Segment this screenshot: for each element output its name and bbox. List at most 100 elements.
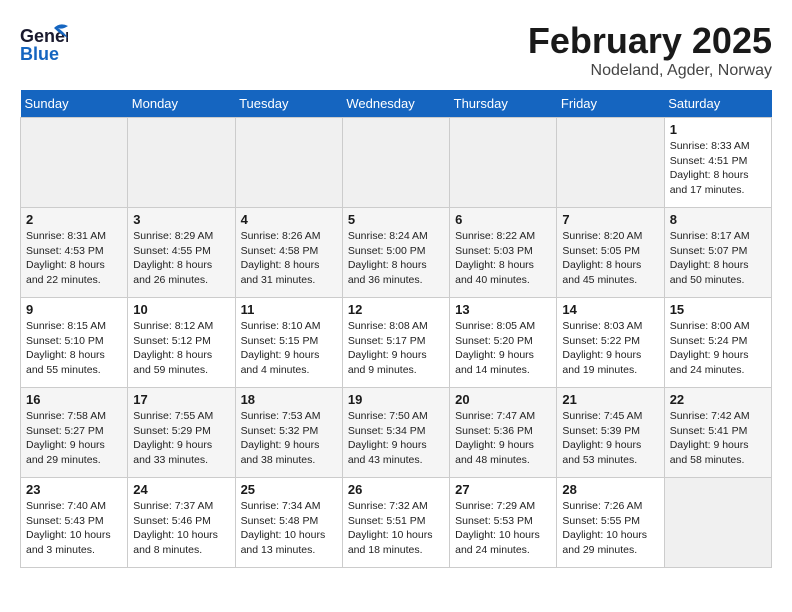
weekday-header-thursday: Thursday <box>450 90 557 118</box>
day-info: Sunrise: 7:45 AM Sunset: 5:39 PM Dayligh… <box>562 409 658 468</box>
day-info: Sunrise: 7:55 AM Sunset: 5:29 PM Dayligh… <box>133 409 229 468</box>
calendar-cell: 19 Sunrise: 7:50 AM Sunset: 5:34 PM Dayli… <box>342 388 449 478</box>
day-info: Sunrise: 8:00 AM Sunset: 5:24 PM Dayligh… <box>670 319 766 378</box>
day-number: 23 <box>26 482 122 497</box>
calendar-cell: 4Sunrise: 8:26 AM Sunset: 4:58 PM Daylig… <box>235 208 342 298</box>
calendar-cell <box>450 118 557 208</box>
day-number: 11 <box>241 302 337 317</box>
day-info: Sunrise: 7:50 AM Sunset: 5:34 PM Dayligh… <box>348 409 444 468</box>
day-info: Sunrise: 7:58 AM Sunset: 5:27 PM Dayligh… <box>26 409 122 468</box>
calendar-week-row: 9 Sunrise: 8:15 AM Sunset: 5:10 PM Daylig… <box>21 298 772 388</box>
calendar-cell: 14 Sunrise: 8:03 AM Sunset: 5:22 PM Dayli… <box>557 298 664 388</box>
calendar-cell <box>235 118 342 208</box>
day-number: 7 <box>562 212 658 227</box>
calendar-cell: 10 Sunrise: 8:12 AM Sunset: 5:12 PM Dayli… <box>128 298 235 388</box>
logo: General Blue <box>20 20 68 73</box>
calendar-cell <box>664 478 771 568</box>
calendar-cell: 27 Sunrise: 7:29 AM Sunset: 5:53 PM Dayli… <box>450 478 557 568</box>
day-number: 10 <box>133 302 229 317</box>
day-number: 12 <box>348 302 444 317</box>
calendar-cell: 26Sunrise: 7:32 AM Sunset: 5:51 PM Dayli… <box>342 478 449 568</box>
calendar-cell: 12 Sunrise: 8:08 AM Sunset: 5:17 PM Dayli… <box>342 298 449 388</box>
day-info: Sunrise: 7:29 AM Sunset: 5:53 PM Dayligh… <box>455 499 551 558</box>
day-info: Sunrise: 8:20 AM Sunset: 5:05 PM Dayligh… <box>562 229 658 288</box>
day-info: Sunrise: 7:34 AM Sunset: 5:48 PM Dayligh… <box>241 499 337 558</box>
day-info: Sunrise: 8:15 AM Sunset: 5:10 PM Dayligh… <box>26 319 122 378</box>
day-info: Sunrise: 8:10 AM Sunset: 5:15 PM Dayligh… <box>241 319 337 378</box>
calendar-cell: 20 Sunrise: 7:47 AM Sunset: 5:36 PM Dayli… <box>450 388 557 478</box>
day-number: 1 <box>670 122 766 137</box>
calendar-cell: 25 Sunrise: 7:34 AM Sunset: 5:48 PM Dayli… <box>235 478 342 568</box>
day-info: Sunrise: 8:31 AM Sunset: 4:53 PM Dayligh… <box>26 229 122 288</box>
calendar-cell: 28 Sunrise: 7:26 AM Sunset: 5:55 PM Dayli… <box>557 478 664 568</box>
day-info: Sunrise: 8:26 AM Sunset: 4:58 PM Dayligh… <box>241 229 337 288</box>
calendar-cell: 23 Sunrise: 7:40 AM Sunset: 5:43 PM Dayli… <box>21 478 128 568</box>
calendar-cell: 11 Sunrise: 8:10 AM Sunset: 5:15 PM Dayli… <box>235 298 342 388</box>
day-number: 2 <box>26 212 122 227</box>
day-number: 6 <box>455 212 551 227</box>
day-number: 21 <box>562 392 658 407</box>
month-title: February 2025 <box>528 20 772 62</box>
calendar-cell: 9 Sunrise: 8:15 AM Sunset: 5:10 PM Daylig… <box>21 298 128 388</box>
calendar-cell: 21 Sunrise: 7:45 AM Sunset: 5:39 PM Dayli… <box>557 388 664 478</box>
day-number: 28 <box>562 482 658 497</box>
day-number: 17 <box>133 392 229 407</box>
day-info: Sunrise: 7:26 AM Sunset: 5:55 PM Dayligh… <box>562 499 658 558</box>
calendar-cell <box>21 118 128 208</box>
day-number: 18 <box>241 392 337 407</box>
calendar-cell: 24 Sunrise: 7:37 AM Sunset: 5:46 PM Dayli… <box>128 478 235 568</box>
day-info: Sunrise: 8:05 AM Sunset: 5:20 PM Dayligh… <box>455 319 551 378</box>
calendar-cell: 13 Sunrise: 8:05 AM Sunset: 5:20 PM Dayli… <box>450 298 557 388</box>
weekday-header-friday: Friday <box>557 90 664 118</box>
calendar-cell: 2 Sunrise: 8:31 AM Sunset: 4:53 PM Daylig… <box>21 208 128 298</box>
calendar-cell: 5Sunrise: 8:24 AM Sunset: 5:00 PM Daylig… <box>342 208 449 298</box>
day-number: 22 <box>670 392 766 407</box>
day-info: Sunrise: 8:03 AM Sunset: 5:22 PM Dayligh… <box>562 319 658 378</box>
day-info: Sunrise: 8:17 AM Sunset: 5:07 PM Dayligh… <box>670 229 766 288</box>
day-info: Sunrise: 7:40 AM Sunset: 5:43 PM Dayligh… <box>26 499 122 558</box>
calendar-cell <box>557 118 664 208</box>
day-info: Sunrise: 8:08 AM Sunset: 5:17 PM Dayligh… <box>348 319 444 378</box>
title-area: February 2025 Nodeland, Agder, Norway <box>528 20 772 80</box>
calendar-week-row: 1Sunrise: 8:33 AM Sunset: 4:51 PM Daylig… <box>21 118 772 208</box>
day-number: 9 <box>26 302 122 317</box>
weekday-header-wednesday: Wednesday <box>342 90 449 118</box>
calendar-cell: 3 Sunrise: 8:29 AM Sunset: 4:55 PM Daylig… <box>128 208 235 298</box>
weekday-header-monday: Monday <box>128 90 235 118</box>
calendar-table: SundayMondayTuesdayWednesdayThursdayFrid… <box>20 90 772 568</box>
calendar-cell: 16 Sunrise: 7:58 AM Sunset: 5:27 PM Dayli… <box>21 388 128 478</box>
weekday-header-tuesday: Tuesday <box>235 90 342 118</box>
day-number: 20 <box>455 392 551 407</box>
day-info: Sunrise: 7:32 AM Sunset: 5:51 PM Dayligh… <box>348 499 444 558</box>
day-info: Sunrise: 7:53 AM Sunset: 5:32 PM Dayligh… <box>241 409 337 468</box>
calendar-cell: 22Sunrise: 7:42 AM Sunset: 5:41 PM Dayli… <box>664 388 771 478</box>
logo-icon: General Blue <box>20 20 68 73</box>
day-number: 3 <box>133 212 229 227</box>
day-number: 25 <box>241 482 337 497</box>
day-info: Sunrise: 8:24 AM Sunset: 5:00 PM Dayligh… <box>348 229 444 288</box>
location-title: Nodeland, Agder, Norway <box>528 62 772 80</box>
calendar-week-row: 23 Sunrise: 7:40 AM Sunset: 5:43 PM Dayli… <box>21 478 772 568</box>
calendar-cell: 1Sunrise: 8:33 AM Sunset: 4:51 PM Daylig… <box>664 118 771 208</box>
calendar-cell: 8Sunrise: 8:17 AM Sunset: 5:07 PM Daylig… <box>664 208 771 298</box>
day-info: Sunrise: 8:12 AM Sunset: 5:12 PM Dayligh… <box>133 319 229 378</box>
svg-text:General: General <box>20 26 68 46</box>
day-number: 15 <box>670 302 766 317</box>
calendar-cell: 15 Sunrise: 8:00 AM Sunset: 5:24 PM Dayli… <box>664 298 771 388</box>
calendar-cell: 17 Sunrise: 7:55 AM Sunset: 5:29 PM Dayli… <box>128 388 235 478</box>
day-number: 24 <box>133 482 229 497</box>
day-number: 19 <box>348 392 444 407</box>
day-number: 16 <box>26 392 122 407</box>
day-info: Sunrise: 8:29 AM Sunset: 4:55 PM Dayligh… <box>133 229 229 288</box>
day-info: Sunrise: 7:47 AM Sunset: 5:36 PM Dayligh… <box>455 409 551 468</box>
weekday-header-saturday: Saturday <box>664 90 771 118</box>
weekday-header-row: SundayMondayTuesdayWednesdayThursdayFrid… <box>21 90 772 118</box>
day-info: Sunrise: 7:37 AM Sunset: 5:46 PM Dayligh… <box>133 499 229 558</box>
calendar-cell: 7 Sunrise: 8:20 AM Sunset: 5:05 PM Daylig… <box>557 208 664 298</box>
day-number: 14 <box>562 302 658 317</box>
calendar-cell: 6 Sunrise: 8:22 AM Sunset: 5:03 PM Daylig… <box>450 208 557 298</box>
page-header: General Blue February 2025 Nodeland, Agd… <box>20 20 772 80</box>
day-number: 27 <box>455 482 551 497</box>
day-info: Sunrise: 8:22 AM Sunset: 5:03 PM Dayligh… <box>455 229 551 288</box>
day-number: 13 <box>455 302 551 317</box>
